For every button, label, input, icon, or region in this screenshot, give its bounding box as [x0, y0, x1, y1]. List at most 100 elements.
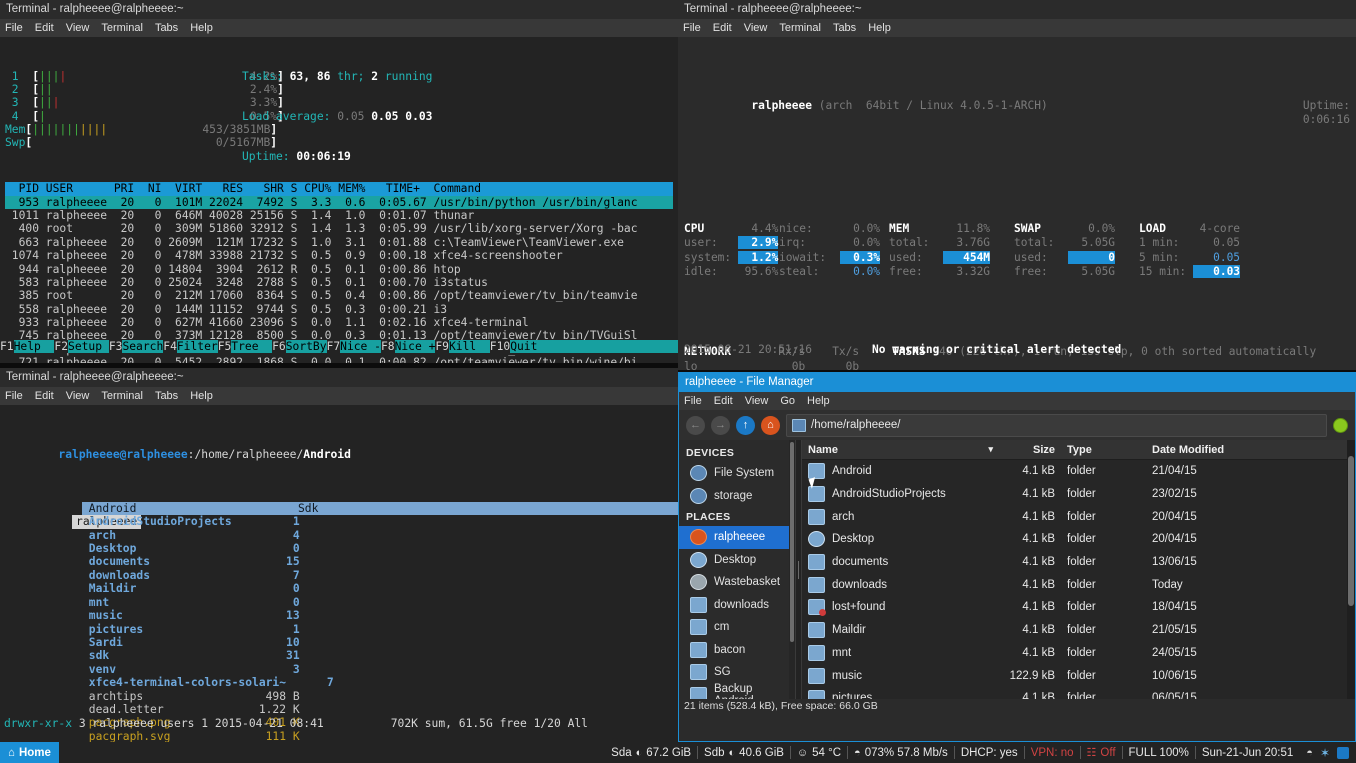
htop-menu-item-help[interactable]: Help: [190, 19, 213, 37]
fm-menu-item-edit[interactable]: Edit: [714, 392, 733, 410]
ranger-entry[interactable]: AndroidStudioProjects 1: [82, 515, 294, 528]
fm-file-pane[interactable]: Name ▾ Size Type Date Modified Android4.…: [802, 440, 1347, 699]
htop-fkey-setup[interactable]: Setup: [68, 340, 109, 353]
i3-status-bar[interactable]: ⌂ Home Sda◐67.2 GiBSdb◐40.6 GiB☺54 °C◓07…: [0, 742, 1356, 763]
htop-fkey-num[interactable]: F9: [435, 340, 449, 353]
bar-segments[interactable]: Sda◐67.2 GiBSdb◐40.6 GiB☺54 °C◓073% 57.8…: [605, 746, 1299, 759]
htop-fkey-num[interactable]: F2: [54, 340, 68, 353]
ranger-entry[interactable]: documents 15: [82, 555, 294, 568]
column-header-date[interactable]: Date Modified: [1146, 444, 1347, 456]
ranger-preview-column[interactable]: Sdk: [294, 502, 678, 742]
htop-fkey-kill[interactable]: Kill: [449, 340, 490, 353]
sidebar-item-downloads[interactable]: downloads: [679, 594, 789, 617]
fm-menu-item-go[interactable]: Go: [780, 392, 795, 410]
glances-menu-item-edit[interactable]: Edit: [713, 19, 732, 37]
fm-sidebar[interactable]: DEVICESFile SystemstoragePLACESralpheeee…: [679, 440, 789, 699]
htop-fkey-num[interactable]: F3: [109, 340, 123, 353]
ranger-entry[interactable]: Sardi 10: [82, 636, 294, 649]
htop-fkey-num[interactable]: F1: [0, 340, 14, 353]
glances-menu-item-terminal[interactable]: Terminal: [779, 19, 821, 37]
fm-column-headers[interactable]: Name ▾ Size Type Date Modified: [802, 440, 1347, 460]
htop-fkey-help[interactable]: Help: [14, 340, 55, 353]
statusbar-battery[interactable]: FULL 100%: [1123, 747, 1195, 759]
sidebar-item-sg[interactable]: SG: [679, 661, 789, 684]
file-list-scrollbar[interactable]: [1347, 440, 1355, 699]
htop-process-row[interactable]: 583 ralpheeee 20 0 25024 3248 2788 S 0.5…: [5, 276, 673, 289]
ranger-entry[interactable]: pacgraph.svg 111 K: [82, 730, 294, 742]
glances-menu-item-help[interactable]: Help: [868, 19, 891, 37]
statusbar-disk-sdb[interactable]: Sdb◐40.6 GiB: [698, 747, 790, 759]
htop-process-row[interactable]: 944 ralpheeee 20 0 14804 3904 2612 R 0.5…: [5, 263, 673, 276]
sidebar-scrollbar[interactable]: [789, 440, 795, 699]
htop-fkey-nice[interactable]: Nice +: [395, 340, 436, 353]
htop-fkey-num[interactable]: F4: [163, 340, 177, 353]
htop-process-row[interactable]: 1074 ralpheeee 20 0 478M 33988 21732 S 0…: [5, 249, 673, 262]
up-icon[interactable]: ↑: [736, 416, 755, 435]
ranger-middle-column[interactable]: Android 1 AndroidStudioProjects 1 arch 4…: [82, 502, 294, 742]
htop-menubar[interactable]: FileEditViewTerminalTabsHelp: [0, 19, 678, 37]
ranger-menu-item-file[interactable]: File: [5, 387, 23, 405]
ranger-entry[interactable]: venv 3: [82, 663, 294, 676]
htop-fkey-tree[interactable]: Tree: [231, 340, 272, 353]
glances-menubar[interactable]: File Edit View Terminal Tabs Help: [678, 19, 1356, 37]
table-row[interactable]: documents4.1 kBfolder13/06/15: [802, 551, 1347, 574]
htop-fkey-quit[interactable]: Quit: [510, 340, 537, 353]
system-tray[interactable]: ◓ ✶: [1299, 746, 1356, 760]
sidebar-item-wastebasket[interactable]: Wastebasket: [679, 571, 789, 594]
ranger-entry[interactable]: sdk 31: [82, 649, 294, 662]
ranger-menu-item-tabs[interactable]: Tabs: [155, 387, 178, 405]
sidebar-item-storage[interactable]: storage: [679, 485, 789, 508]
ranger-menubar[interactable]: FileEditViewTerminalTabsHelp: [0, 387, 678, 405]
fm-menu-item-file[interactable]: File: [684, 392, 702, 410]
table-row[interactable]: downloads4.1 kBfolderToday: [802, 573, 1347, 596]
teamviewer-tray-icon[interactable]: [1337, 747, 1349, 759]
htop-fkey-num[interactable]: F10: [490, 340, 510, 353]
fm-file-list[interactable]: Android4.1 kBfolder21/04/15AndroidStudio…: [802, 460, 1347, 699]
ranger-terminal-window[interactable]: Terminal - ralpheeee@ralpheeee:~ FileEdi…: [0, 368, 678, 742]
htop-process-row[interactable]: 663 ralpheeee 20 0 2609M 121M 17232 S 1.…: [5, 236, 673, 249]
htop-terminal-window[interactable]: Terminal - ralpheeee@ralpheeee:~ FileEdi…: [0, 0, 678, 363]
htop-fkey-sortby[interactable]: SortBy: [286, 340, 327, 353]
table-row[interactable]: AndroidStudioProjects4.1 kBfolder23/02/1…: [802, 483, 1347, 506]
reload-icon[interactable]: [1333, 418, 1348, 433]
statusbar-disk-sda[interactable]: Sda◐67.2 GiB: [605, 747, 697, 759]
table-row[interactable]: Android4.1 kBfolder21/04/15: [802, 460, 1347, 483]
ranger-entry[interactable]: music 13: [82, 609, 294, 622]
htop-process-row[interactable]: 400 root 20 0 309M 51860 32912 S 1.4 1.3…: [5, 222, 673, 235]
statusbar-temperature[interactable]: ☺54 °C: [791, 747, 847, 759]
htop-fkey-nice[interactable]: Nice -: [340, 340, 381, 353]
column-header-size[interactable]: Size: [999, 444, 1061, 456]
ranger-entry[interactable]: mnt 0: [82, 596, 294, 609]
ranger-entry[interactable]: xfce4-terminal-colors-solari~ 7: [82, 676, 294, 689]
sidebar-item-cm[interactable]: cm: [679, 616, 789, 639]
ranger-entry[interactable]: archtips 498 B: [82, 690, 294, 703]
glances-terminal-window[interactable]: Terminal - ralpheeee@ralpheeee:~ FileEdi…: [678, 0, 1356, 370]
ranger-entry[interactable]: Desktop 0: [82, 542, 294, 555]
table-row[interactable]: Maildir4.1 kBfolder21/05/15: [802, 619, 1347, 642]
table-row[interactable]: arch4.1 kBfolder20/04/15: [802, 505, 1347, 528]
htop-process-row[interactable]: 933 ralpheeee 20 0 627M 41660 23096 S 0.…: [5, 316, 673, 329]
ranger-entry[interactable]: Maildir 0: [82, 582, 294, 595]
path-input[interactable]: /home/ralpheeee/: [786, 414, 1327, 437]
statusbar-dhcp[interactable]: DHCP: yes: [955, 747, 1024, 759]
htop-process-row[interactable]: 721 ralpheeee 20 0 5452 2892 1868 S 0.0 …: [5, 356, 673, 363]
htop-process-row[interactable]: 1011 ralpheeee 20 0 646M 40028 25156 S 1…: [5, 209, 673, 222]
htop-fkey-num[interactable]: F8: [381, 340, 395, 353]
glances-menu-item-file[interactable]: File: [683, 19, 701, 37]
htop-menu-item-tabs[interactable]: Tabs: [155, 19, 178, 37]
htop-fkey-num[interactable]: F5: [218, 340, 232, 353]
htop-process-table[interactable]: PID USER PRI NI VIRT RES SHR S CPU% MEM%…: [5, 176, 673, 363]
pane-splitter[interactable]: [795, 440, 802, 699]
glances-menu-item-view[interactable]: View: [744, 19, 768, 37]
table-row[interactable]: lost+found4.1 kBfolder18/04/15: [802, 596, 1347, 619]
table-row[interactable]: mnt4.1 kBfolder24/05/15: [802, 642, 1347, 665]
glances-menu-item-tabs[interactable]: Tabs: [833, 19, 856, 37]
file-manager-window[interactable]: ralpheeee - File Manager FileEditViewGoH…: [678, 372, 1356, 742]
ranger-entry[interactable]: dead.letter 1.22 K: [82, 703, 294, 716]
sidebar-item-desktop[interactable]: Desktop: [679, 549, 789, 572]
htop-menu-item-file[interactable]: File: [5, 19, 23, 37]
bluetooth-tray-icon[interactable]: ✶: [1320, 746, 1330, 760]
statusbar-vpn[interactable]: VPN: no: [1025, 747, 1080, 759]
home-icon[interactable]: ⌂: [761, 416, 780, 435]
statusbar-wifi[interactable]: ◓073% 57.8 Mb/s: [848, 747, 954, 759]
